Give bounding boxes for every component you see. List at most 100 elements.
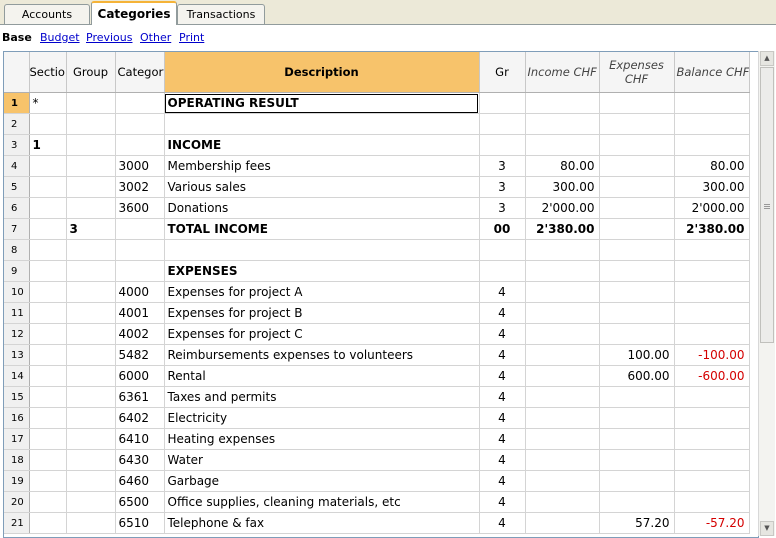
expenses-cell[interactable]	[599, 239, 675, 261]
expenses-cell[interactable]	[599, 176, 675, 198]
row-number[interactable]: 15	[4, 386, 30, 408]
row-number[interactable]: 14	[4, 365, 30, 387]
group-cell[interactable]	[66, 302, 116, 324]
gr-cell[interactable]: 4	[479, 470, 526, 492]
category-cell[interactable]	[115, 134, 165, 156]
section-cell[interactable]	[29, 176, 67, 198]
description-cell[interactable]: Heating expenses	[164, 428, 480, 450]
table-row[interactable]: 9 EXPENSES	[4, 260, 750, 282]
table-row[interactable]: 11 4001 Expenses for project B4	[4, 302, 750, 324]
description-cell[interactable]: Telephone & fax	[164, 512, 480, 534]
scroll-thumb[interactable]	[760, 67, 774, 343]
description-cell[interactable]: Office supplies, cleaning materials, etc	[164, 491, 480, 513]
expenses-cell[interactable]	[599, 155, 675, 177]
table-row[interactable]: 3 1 INCOME	[4, 134, 750, 156]
category-cell[interactable]	[115, 218, 165, 240]
description-cell[interactable]: OPERATING RESULT	[164, 92, 480, 114]
column-header-gr[interactable]: Gr	[479, 52, 526, 93]
gr-cell[interactable]: 4	[479, 302, 526, 324]
column-header-section[interactable]: Sectior	[29, 52, 67, 93]
table-row[interactable]: 13 5482 Reimbursements expenses to volunte…	[4, 344, 750, 366]
gr-cell[interactable]: 4	[479, 281, 526, 303]
section-cell[interactable]	[29, 470, 67, 492]
row-number[interactable]: 21	[4, 512, 30, 534]
table-row[interactable]: 18 6430 Water 4	[4, 449, 750, 471]
income-cell[interactable]	[525, 407, 600, 429]
income-cell[interactable]: 2'000.00	[525, 197, 600, 219]
category-cell[interactable]	[115, 260, 165, 282]
income-cell[interactable]	[525, 302, 600, 324]
section-cell[interactable]	[29, 428, 67, 450]
category-cell[interactable]: 4002	[115, 323, 165, 345]
section-cell[interactable]	[29, 239, 67, 261]
gr-cell[interactable]: 4	[479, 365, 526, 387]
expenses-cell[interactable]: 600.00	[599, 365, 675, 387]
section-cell[interactable]	[29, 197, 67, 219]
income-cell[interactable]	[525, 344, 600, 366]
gr-cell[interactable]	[479, 113, 526, 135]
category-cell[interactable]	[115, 239, 165, 261]
income-cell[interactable]	[525, 260, 600, 282]
balance-cell[interactable]	[674, 491, 750, 513]
expenses-cell[interactable]	[599, 218, 675, 240]
income-cell[interactable]	[525, 491, 600, 513]
row-number[interactable]: 16	[4, 407, 30, 429]
gr-cell[interactable]: 4	[479, 323, 526, 345]
category-cell[interactable]: 5482	[115, 344, 165, 366]
group-cell[interactable]: 3	[66, 218, 116, 240]
table-row[interactable]: 17 6410 Heating expenses 4	[4, 428, 750, 450]
table-row[interactable]: 19 6460 Garbage 4	[4, 470, 750, 492]
category-cell[interactable]: 6402	[115, 407, 165, 429]
balance-cell[interactable]	[674, 113, 750, 135]
description-cell[interactable]	[164, 113, 480, 135]
tab-transactions[interactable]: Transactions	[177, 4, 265, 24]
view-link-previous[interactable]: Previous	[86, 31, 133, 44]
description-cell[interactable]: Rental	[164, 365, 480, 387]
section-cell[interactable]	[29, 407, 67, 429]
table-row[interactable]: 4 3000 Membership fees 3 80.00 80.00	[4, 155, 750, 177]
gr-cell[interactable]: 3	[479, 197, 526, 219]
group-cell[interactable]	[66, 323, 116, 345]
view-base[interactable]: Base	[2, 31, 32, 44]
row-number[interactable]: 1	[4, 92, 30, 114]
description-cell[interactable]: Reimbursements expenses to volunteers	[164, 344, 480, 366]
tab-accounts[interactable]: Accounts	[4, 4, 90, 24]
view-link-print[interactable]: Print	[179, 31, 204, 44]
income-cell[interactable]	[525, 281, 600, 303]
balance-cell[interactable]: -57.20	[674, 512, 750, 534]
expenses-cell[interactable]	[599, 197, 675, 219]
group-cell[interactable]	[66, 344, 116, 366]
category-cell[interactable]	[115, 92, 165, 114]
section-cell[interactable]: 1	[29, 134, 67, 156]
category-cell[interactable]: 6500	[115, 491, 165, 513]
income-cell[interactable]	[525, 92, 600, 114]
description-cell[interactable]: Garbage	[164, 470, 480, 492]
group-cell[interactable]	[66, 113, 116, 135]
balance-cell[interactable]: 80.00	[674, 155, 750, 177]
expenses-cell[interactable]	[599, 407, 675, 429]
row-number[interactable]: 3	[4, 134, 30, 156]
expenses-cell[interactable]	[599, 134, 675, 156]
balance-cell[interactable]	[674, 323, 750, 345]
category-cell[interactable]: 6410	[115, 428, 165, 450]
income-cell[interactable]	[525, 113, 600, 135]
group-cell[interactable]	[66, 92, 116, 114]
category-cell[interactable]: 3000	[115, 155, 165, 177]
balance-cell[interactable]	[674, 470, 750, 492]
group-cell[interactable]	[66, 281, 116, 303]
section-cell[interactable]	[29, 512, 67, 534]
group-cell[interactable]	[66, 197, 116, 219]
table-row[interactable]: 16 6402 Electricity 4	[4, 407, 750, 429]
category-cell[interactable]: 6000	[115, 365, 165, 387]
section-cell[interactable]	[29, 449, 67, 471]
expenses-cell[interactable]: 100.00	[599, 344, 675, 366]
description-cell[interactable]: Various sales	[164, 176, 480, 198]
table-row[interactable]: 1 * OPERATING RESULT	[4, 92, 750, 114]
column-header-income[interactable]: Income CHF	[525, 52, 600, 93]
group-cell[interactable]	[66, 365, 116, 387]
row-number[interactable]: 17	[4, 428, 30, 450]
gr-cell[interactable]: 4	[479, 386, 526, 408]
description-cell[interactable]: Electricity	[164, 407, 480, 429]
income-cell[interactable]	[525, 239, 600, 261]
income-cell[interactable]	[525, 428, 600, 450]
